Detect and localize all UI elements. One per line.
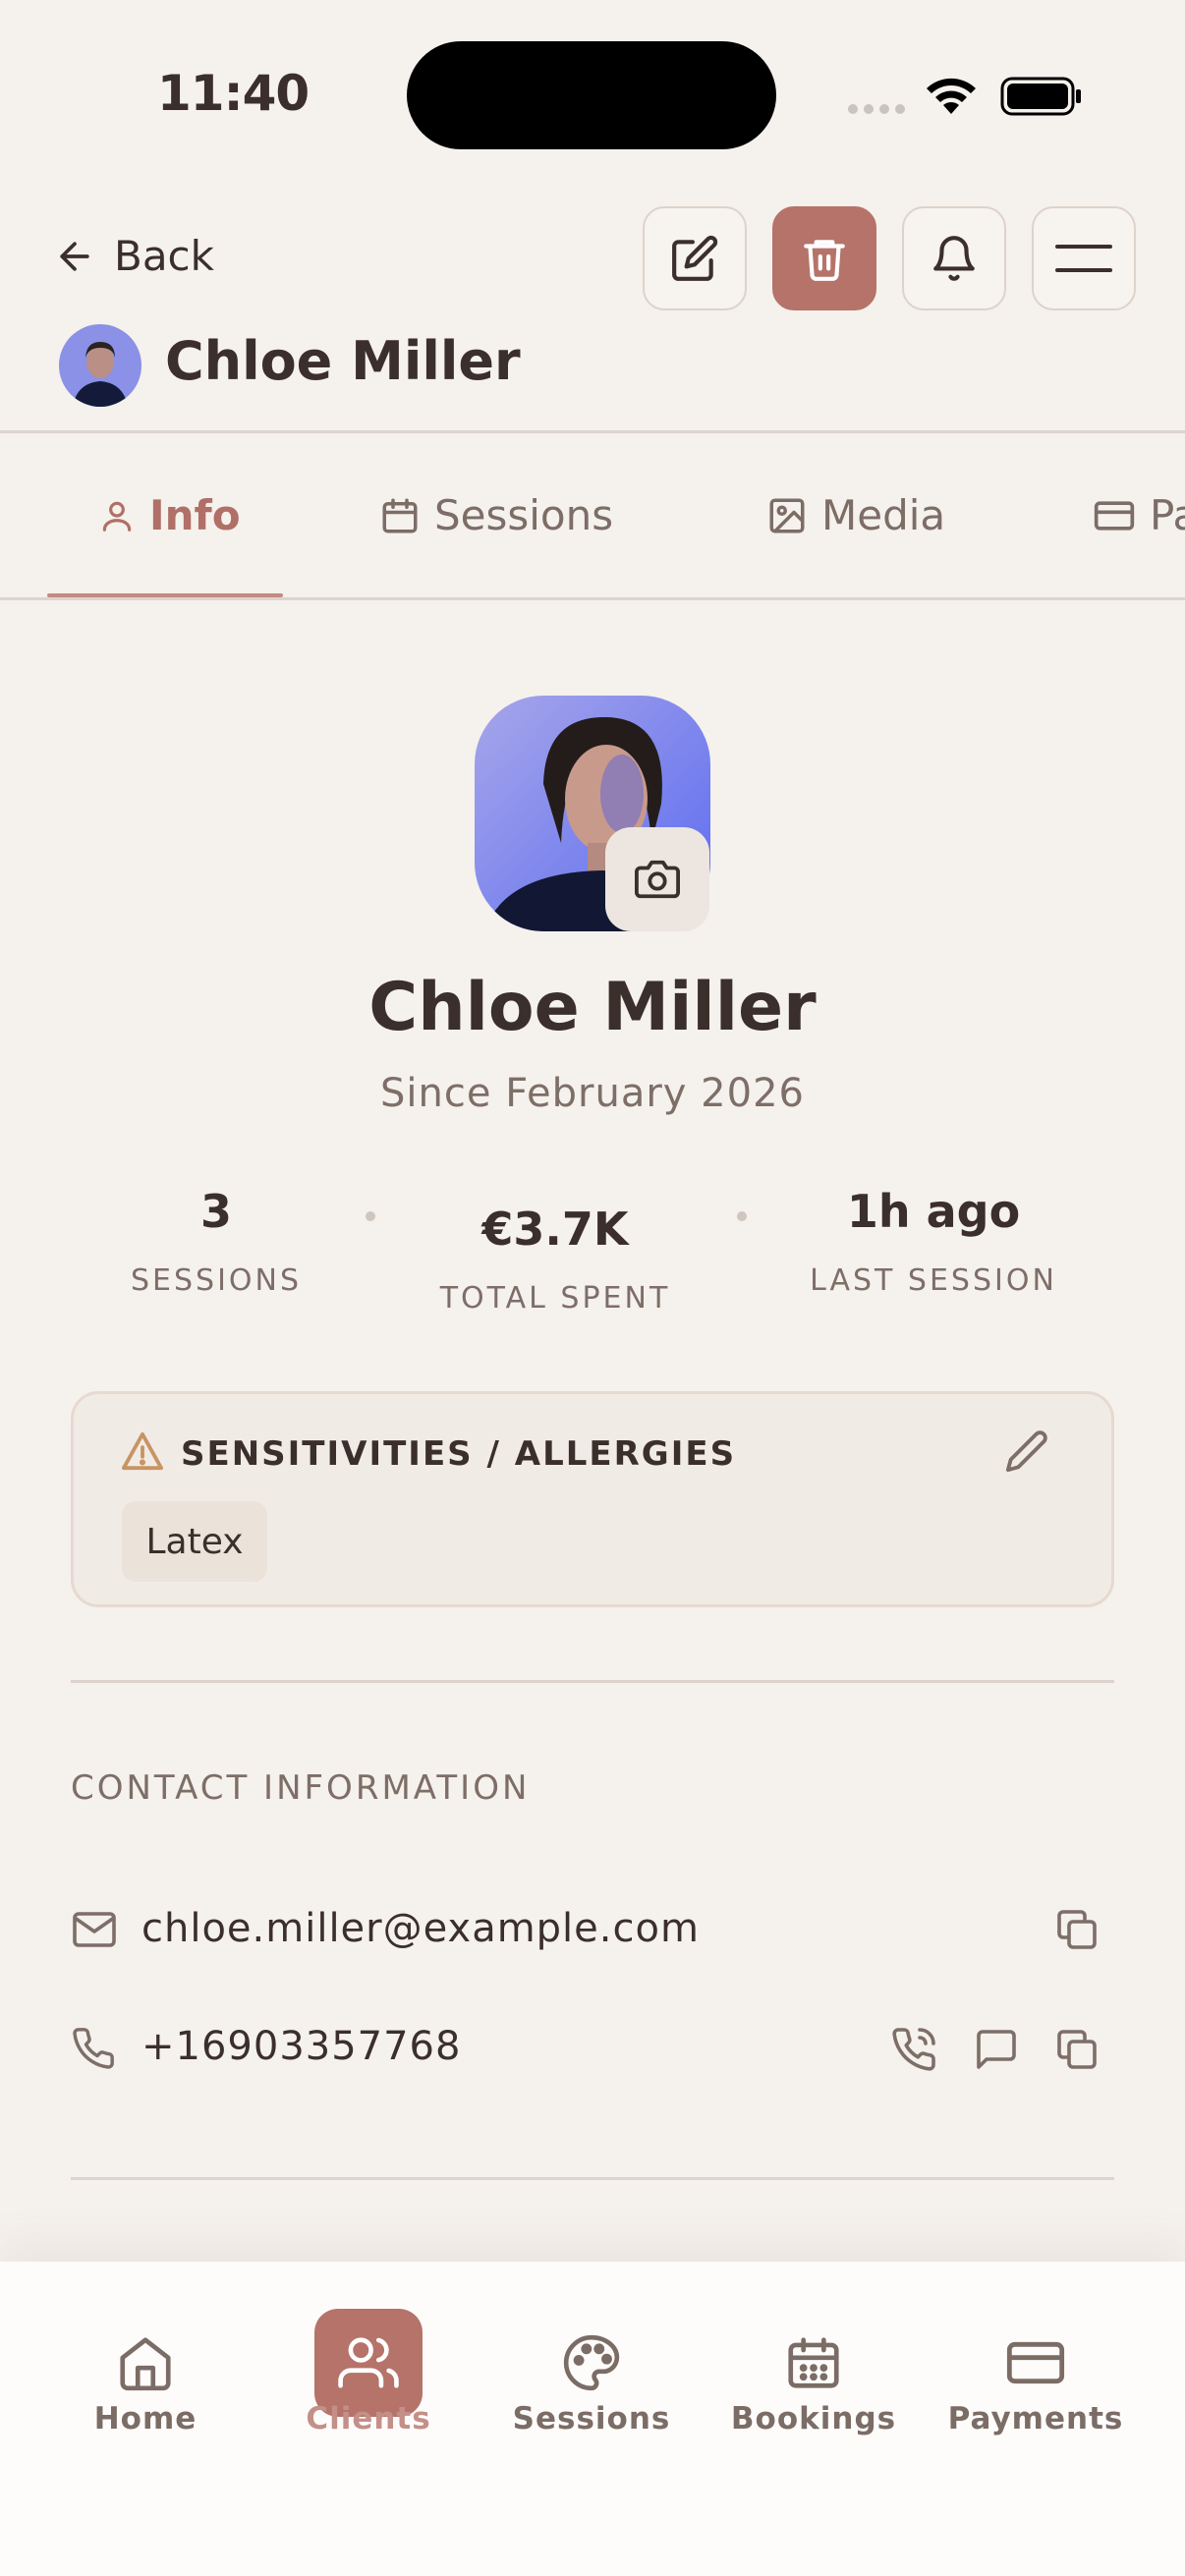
header-client-name: Chloe Miller — [165, 330, 521, 392]
tab-media-label: Media — [821, 491, 946, 539]
stat-last-session-label: LAST SESSION — [810, 1263, 1057, 1298]
contact-section-title: CONTACT INFORMATION — [71, 1768, 531, 1808]
tab-sessions-label: Sessions — [434, 491, 614, 539]
edit-allergies-button[interactable] — [1004, 1428, 1049, 1474]
nav-clients[interactable]: Clients — [280, 2309, 457, 2436]
header-divider — [0, 430, 1185, 433]
phone-value[interactable]: +16903357768 — [141, 2024, 461, 2069]
header-avatar — [59, 324, 141, 407]
camera-icon — [635, 860, 680, 899]
message-icon — [977, 2030, 1016, 2069]
status-time: 11:40 — [157, 65, 310, 122]
warning-icon — [120, 1430, 165, 1472]
nav-sessions[interactable]: Sessions — [503, 2309, 680, 2436]
tab-payments[interactable]: Pa — [1093, 491, 1185, 539]
nav-home[interactable]: Home — [57, 2309, 234, 2436]
menu-button[interactable] — [1032, 206, 1136, 310]
allergy-chip: Latex — [122, 1501, 267, 1582]
nav-payments-label: Payments — [947, 2401, 1124, 2436]
calendar-icon — [382, 498, 418, 532]
stat-last-session: 1h ago LAST SESSION — [786, 1185, 1081, 1298]
call-button[interactable] — [890, 2026, 937, 2073]
section-divider — [71, 1680, 1114, 1683]
user-icon — [102, 501, 132, 532]
bell-icon — [933, 236, 975, 281]
nav-home-label: Home — [93, 2401, 198, 2436]
users-icon — [338, 2337, 399, 2388]
tab-media[interactable]: Media — [766, 491, 945, 539]
stat-sessions: 3 SESSIONS — [98, 1185, 334, 1298]
arrow-left-icon — [60, 241, 89, 271]
home-icon — [120, 2337, 171, 2391]
edit-icon — [672, 235, 718, 281]
delete-button[interactable] — [772, 206, 876, 310]
tabs-divider — [0, 597, 1185, 600]
tab-info[interactable]: Info — [98, 491, 241, 539]
copy-icon — [1057, 1910, 1097, 1949]
nav-payments[interactable]: Payments — [947, 2309, 1124, 2436]
nav-clients-label: Clients — [306, 2401, 431, 2436]
copy-icon — [1057, 2030, 1097, 2069]
edit-button[interactable] — [643, 206, 747, 310]
profile-name: Chloe Miller — [368, 969, 817, 1046]
pencil-icon — [1005, 1430, 1047, 1473]
signal-icon — [847, 102, 906, 116]
tab-info-label: Info — [149, 491, 241, 539]
dynamic-island — [407, 41, 776, 149]
back-button[interactable]: Back — [53, 232, 214, 280]
nav-bookings-label: Bookings — [730, 2401, 897, 2436]
palette-icon — [563, 2334, 620, 2391]
credit-card-icon — [1006, 2341, 1065, 2384]
stat-sessions-value: 3 — [199, 1185, 232, 1238]
phone-icon — [71, 2026, 116, 2071]
mail-icon — [71, 1910, 118, 1949]
section-divider — [71, 2177, 1114, 2180]
image-icon — [769, 498, 805, 532]
stat-separator — [366, 1211, 375, 1221]
stat-sessions-label: SESSIONS — [130, 1263, 303, 1298]
tab-sessions[interactable]: Sessions — [379, 491, 613, 539]
card-icon — [1094, 500, 1135, 531]
client-since: Since February 2026 — [380, 1071, 805, 1116]
notifications-button[interactable] — [902, 206, 1006, 310]
tab-payments-label: Pa — [1150, 491, 1185, 539]
allergies-title: SENSITIVITIES / ALLERGIES — [181, 1434, 737, 1474]
nav-sessions-label: Sessions — [512, 2401, 671, 2436]
trash-icon — [804, 240, 845, 281]
email-value[interactable]: chloe.miller@example.com — [141, 1906, 700, 1951]
battery-icon — [1000, 77, 1083, 116]
back-label: Back — [114, 232, 214, 280]
copy-email-button[interactable] — [1053, 1906, 1100, 1953]
calendar-grid-icon — [788, 2337, 839, 2388]
change-photo-button[interactable] — [605, 827, 709, 931]
message-button[interactable] — [973, 2026, 1020, 2073]
wifi-icon — [924, 75, 979, 116]
menu-icon — [1055, 245, 1112, 272]
copy-phone-button[interactable] — [1053, 2026, 1100, 2073]
stat-total-spent: €3.7K TOTAL SPENT — [413, 1203, 698, 1316]
stat-total-spent-value: €3.7K — [481, 1203, 629, 1256]
stat-last-session-value: 1h ago — [846, 1185, 1021, 1238]
nav-bookings[interactable]: Bookings — [725, 2309, 902, 2436]
stat-total-spent-label: TOTAL SPENT — [439, 1281, 671, 1316]
phone-call-icon — [892, 2028, 935, 2071]
stat-separator — [737, 1211, 747, 1221]
